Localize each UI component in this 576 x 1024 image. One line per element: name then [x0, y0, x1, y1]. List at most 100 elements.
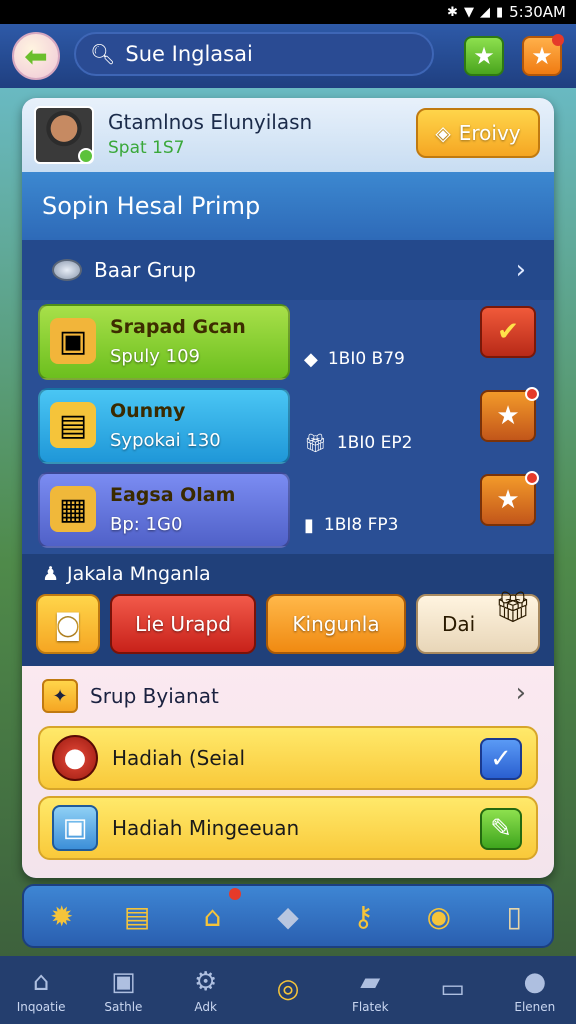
rewards-heading[interactable]: ✦ Srup Byianat	[42, 676, 219, 716]
nav-item-card[interactable]: ▭	[417, 973, 489, 1007]
rewards-button[interactable]: ★	[522, 34, 564, 76]
action-row: ◙ Lie Urapd Kingunla Dai 🎁︎	[22, 590, 554, 666]
signal-icon: ◢	[479, 4, 490, 20]
target-icon: ◎	[276, 974, 300, 1004]
item-card[interactable]: ▣ Srapad Gcan Spuly 109	[38, 304, 290, 380]
item-subtitle: Sypokai 130	[110, 430, 221, 451]
reward-label: Hadiah (Seial	[112, 746, 246, 770]
reward-item[interactable]: ● Hadiah (Seial ✓	[38, 726, 538, 790]
item-subtitle: Bp: 1G0	[110, 514, 183, 535]
scroll-icon[interactable]: ▯	[490, 892, 538, 940]
bluetooth-icon: ✱	[447, 4, 458, 20]
search-icon: 🔍︎	[90, 42, 116, 66]
group-label: Baar Grup	[94, 258, 196, 282]
star-badge-icon: ★	[496, 401, 520, 431]
item-title: Eagsa Olam	[110, 484, 236, 506]
item-meta: 🎁︎ 1BI0 EP2	[304, 428, 412, 458]
item-meta-text: 1BI0 EP2	[336, 433, 413, 453]
item-card[interactable]: ▦ Eagsa Olam Bp: 1G0	[38, 472, 290, 548]
diamond-icon[interactable]: ◆	[264, 892, 312, 940]
box-icon: ▦	[50, 486, 96, 532]
nav-item-settings[interactable]: ⚙ Adk	[170, 966, 242, 1014]
profile-name: Gtamlnos Elunyilasn	[108, 110, 313, 134]
status-bar: ✱ ▼ ◢ ▮ 5:30AM	[0, 0, 576, 24]
actions-heading: ♟ Jakala Mnganla	[22, 554, 554, 594]
profile-action-label: Eroivy	[458, 121, 521, 145]
bag-icon: ◙	[54, 607, 82, 641]
bottom-nav: ⌂ Inqoatie ▣ Sathle ⚙ Adk ◎ ▰ Flatek ▭ ●…	[0, 956, 576, 1024]
gift-icon: 🎁︎	[304, 432, 327, 454]
item-meta: ▮ 1BI8 FP3	[304, 510, 398, 540]
nav-item-pin[interactable]: ● Elenen	[499, 966, 571, 1014]
claim-checkbox[interactable]: ✎	[480, 808, 522, 850]
notification-badge	[525, 471, 539, 485]
nav-item-store[interactable]: ▣ Sathle	[87, 966, 159, 1014]
chest-icon[interactable]: ▤	[113, 892, 161, 940]
box-icon: ◈	[435, 121, 451, 145]
item-meta-text: 1BI8 FP3	[323, 515, 399, 535]
online-indicator	[78, 148, 94, 164]
nav-label: Adk	[194, 1000, 217, 1014]
item-meta-text: 1BI0 B79	[327, 349, 405, 369]
chest-icon: ▤	[50, 402, 96, 448]
group-row[interactable]: Baar Grup ›	[22, 240, 554, 300]
battery-icon: ▮	[495, 4, 504, 20]
gem-icon: ◆	[304, 348, 318, 370]
shop-icon[interactable]: ⌂	[189, 888, 241, 940]
reward-badge-button[interactable]: ★	[480, 387, 539, 442]
gift-icon: 🎁︎	[493, 590, 532, 625]
pin-icon: ●	[523, 967, 547, 997]
main-panel: Gtamlnos Elunyilasn Spat 1S7 ◈ Eroivy So…	[22, 98, 554, 878]
claim-checkbox[interactable]: ✓	[480, 738, 522, 780]
pot-icon: ●	[52, 735, 98, 781]
chevron-right-icon: ›	[515, 255, 526, 285]
item-subtitle: Spuly 109	[110, 346, 200, 367]
nav-label: Inqoatie	[16, 1000, 66, 1014]
reward-label: Hadiah Mingeeuan	[112, 816, 300, 840]
check-icon: ✔	[497, 317, 519, 347]
item-title: Srapad Gcan	[110, 316, 246, 338]
item-card[interactable]: ▤ Ounmy Sypokai 130	[38, 388, 290, 464]
key-icon[interactable]: ⚷	[339, 892, 387, 940]
reward-item[interactable]: ▣ Hadiah Mingeeuan ✎	[38, 796, 538, 860]
back-arrow-icon: ⬅	[24, 39, 48, 73]
inventory-button[interactable]: ◙	[36, 594, 100, 654]
section-title: Sopin Hesal Primp	[22, 172, 554, 240]
store-icon: ▣	[111, 967, 136, 997]
nav-label: Elenen	[514, 1000, 556, 1014]
star-badge-icon: ★	[496, 485, 520, 515]
wifi-icon: ▼	[463, 4, 474, 20]
rewards-section: ✦ Srup Byianat › ● Hadiah (Seial ✓ ▣ Had…	[22, 666, 554, 878]
action-button[interactable]: Dai 🎁︎	[416, 590, 540, 654]
nav-item-folder[interactable]: ▰ Flatek	[334, 966, 406, 1014]
gear-icon: ⚙	[194, 967, 218, 997]
notification-badge	[525, 387, 539, 401]
profile-level: Spat 1S7	[108, 138, 185, 158]
badge-icon[interactable]: ✹	[38, 892, 86, 940]
star-icon: ★	[531, 42, 553, 70]
search-bar[interactable]: 🔍︎ Sue Inglasai	[74, 32, 434, 76]
item-meta: ◆ 1BI0 B79	[304, 344, 405, 374]
item-title: Ounmy	[110, 400, 186, 422]
status-time: 5:30AM	[509, 3, 566, 21]
back-button[interactable]: ⬅	[12, 32, 60, 80]
check-button[interactable]: ✔	[480, 306, 536, 358]
reward-badge-button[interactable]: ★	[480, 471, 539, 526]
nav-label: Flatek	[351, 1000, 389, 1014]
crate-icon: ▣	[50, 318, 96, 364]
chevron-right-icon[interactable]: ›	[516, 678, 526, 708]
rewards-heading-text: Srup Byianat	[90, 684, 219, 708]
nav-item-target[interactable]: ◎	[252, 973, 324, 1007]
search-text: Sue Inglasai	[125, 42, 253, 66]
avatar[interactable]	[34, 106, 94, 164]
folder-icon: ▰	[360, 967, 381, 997]
action-button[interactable]: Kingunla	[266, 594, 406, 654]
action-button[interactable]: Lie Urapd	[110, 594, 256, 654]
home-icon: ⌂	[32, 967, 50, 997]
profile-action-button[interactable]: ◈ Eroivy	[416, 108, 540, 158]
actions-heading-text: Jakala Mnganla	[67, 563, 211, 585]
action-button-label: Dai	[442, 612, 476, 636]
nav-item-home[interactable]: ⌂ Inqoatie	[5, 966, 77, 1014]
coin-icon[interactable]: ◉	[415, 892, 463, 940]
favorite-button[interactable]: ★	[464, 36, 504, 76]
